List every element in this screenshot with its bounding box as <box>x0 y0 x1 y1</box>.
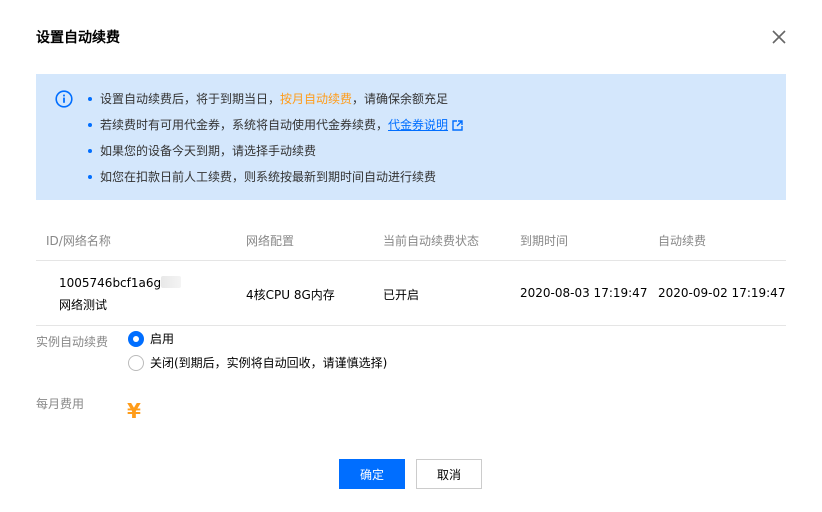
renew-label: 实例自动续费 <box>36 335 109 349</box>
auto-renew-dialog: 设置自动续费 设置自动续费后，将于到期当日，按月自动续费，请确保余额充足 若续费… <box>0 0 822 512</box>
radio-enable[interactable]: 启用 <box>128 330 174 347</box>
renew-status: 已开启 <box>383 288 420 302</box>
table-row: 1005746bcf1a6g 网络测试 4核CPU 8G内存 已开启 2020-… <box>36 261 786 326</box>
radio-enable-label: 启用 <box>150 332 175 346</box>
instance-table: ID/网络名称 网络配置 当前自动续费状态 到期时间 自动续费 1005746b… <box>36 222 786 326</box>
header-config: 网络配置 <box>246 234 295 248</box>
fee-label: 每月费用 <box>36 397 85 411</box>
header-auto-renew: 自动续费 <box>658 234 707 248</box>
instance-id: 1005746bcf1a6g <box>59 276 182 290</box>
confirm-button[interactable]: 确定 <box>339 459 405 489</box>
header-status: 当前自动续费状态 <box>383 234 480 248</box>
expire-time: 2020-08-03 17:19:47 <box>520 286 648 300</box>
dialog-title: 设置自动续费 <box>36 30 120 46</box>
header-id: ID/网络名称 <box>46 234 111 248</box>
external-link-icon[interactable] <box>452 117 463 137</box>
info-icon <box>55 90 73 108</box>
fee-amount: ¥ <box>127 399 141 423</box>
notice-text: 设置自动续费后，将于到期当日， <box>100 92 281 106</box>
notice-item: 设置自动续费后，将于到期当日，按月自动续费，请确保余额充足 <box>88 89 463 115</box>
notice-box: 设置自动续费后，将于到期当日，按月自动续费，请确保余额充足 若续费时有可用代金券… <box>36 74 786 200</box>
notice-highlight: 按月自动续费 <box>280 92 353 106</box>
notice-item: 如果您的设备今天到期，请选择手动续费 <box>88 141 463 167</box>
auto-renew-time: 2020-09-02 17:19:47 <box>658 286 786 300</box>
instance-id-text: 1005746bcf1a6g <box>59 276 162 290</box>
notice-text: 如果您的设备今天到期，请选择手动续费 <box>100 144 317 158</box>
radio-button-checked[interactable] <box>128 330 144 347</box>
voucher-link[interactable]: 代金券说明 <box>388 118 448 132</box>
radio-disable-label: 关闭(到期后，实例将自动回收，请谨慎选择) <box>150 356 388 370</box>
radio-button[interactable] <box>128 354 144 371</box>
radio-disable[interactable]: 关闭(到期后，实例将自动回收，请谨慎选择) <box>128 354 387 371</box>
cancel-button[interactable]: 取消 <box>416 459 482 489</box>
notice-text: 如您在扣款日前人工续费，则系统按最新到期时间自动进行续费 <box>100 170 437 184</box>
close-icon[interactable] <box>771 29 787 45</box>
table-header: ID/网络名称 网络配置 当前自动续费状态 到期时间 自动续费 <box>36 222 786 261</box>
notice-text: 若续费时有可用代金券，系统将自动使用代金券续费， <box>100 118 389 132</box>
header-expire: 到期时间 <box>520 234 569 248</box>
instance-config: 4核CPU 8G内存 <box>246 288 335 302</box>
notice-item: 如您在扣款日前人工续费，则系统按最新到期时间自动进行续费 <box>88 167 463 193</box>
notice-text: ，请确保余额充足 <box>352 92 449 106</box>
notice-item: 若续费时有可用代金券，系统将自动使用代金券续费，代金券说明 <box>88 115 463 141</box>
masked-text <box>161 276 182 288</box>
instance-name: 网络测试 <box>59 298 108 312</box>
